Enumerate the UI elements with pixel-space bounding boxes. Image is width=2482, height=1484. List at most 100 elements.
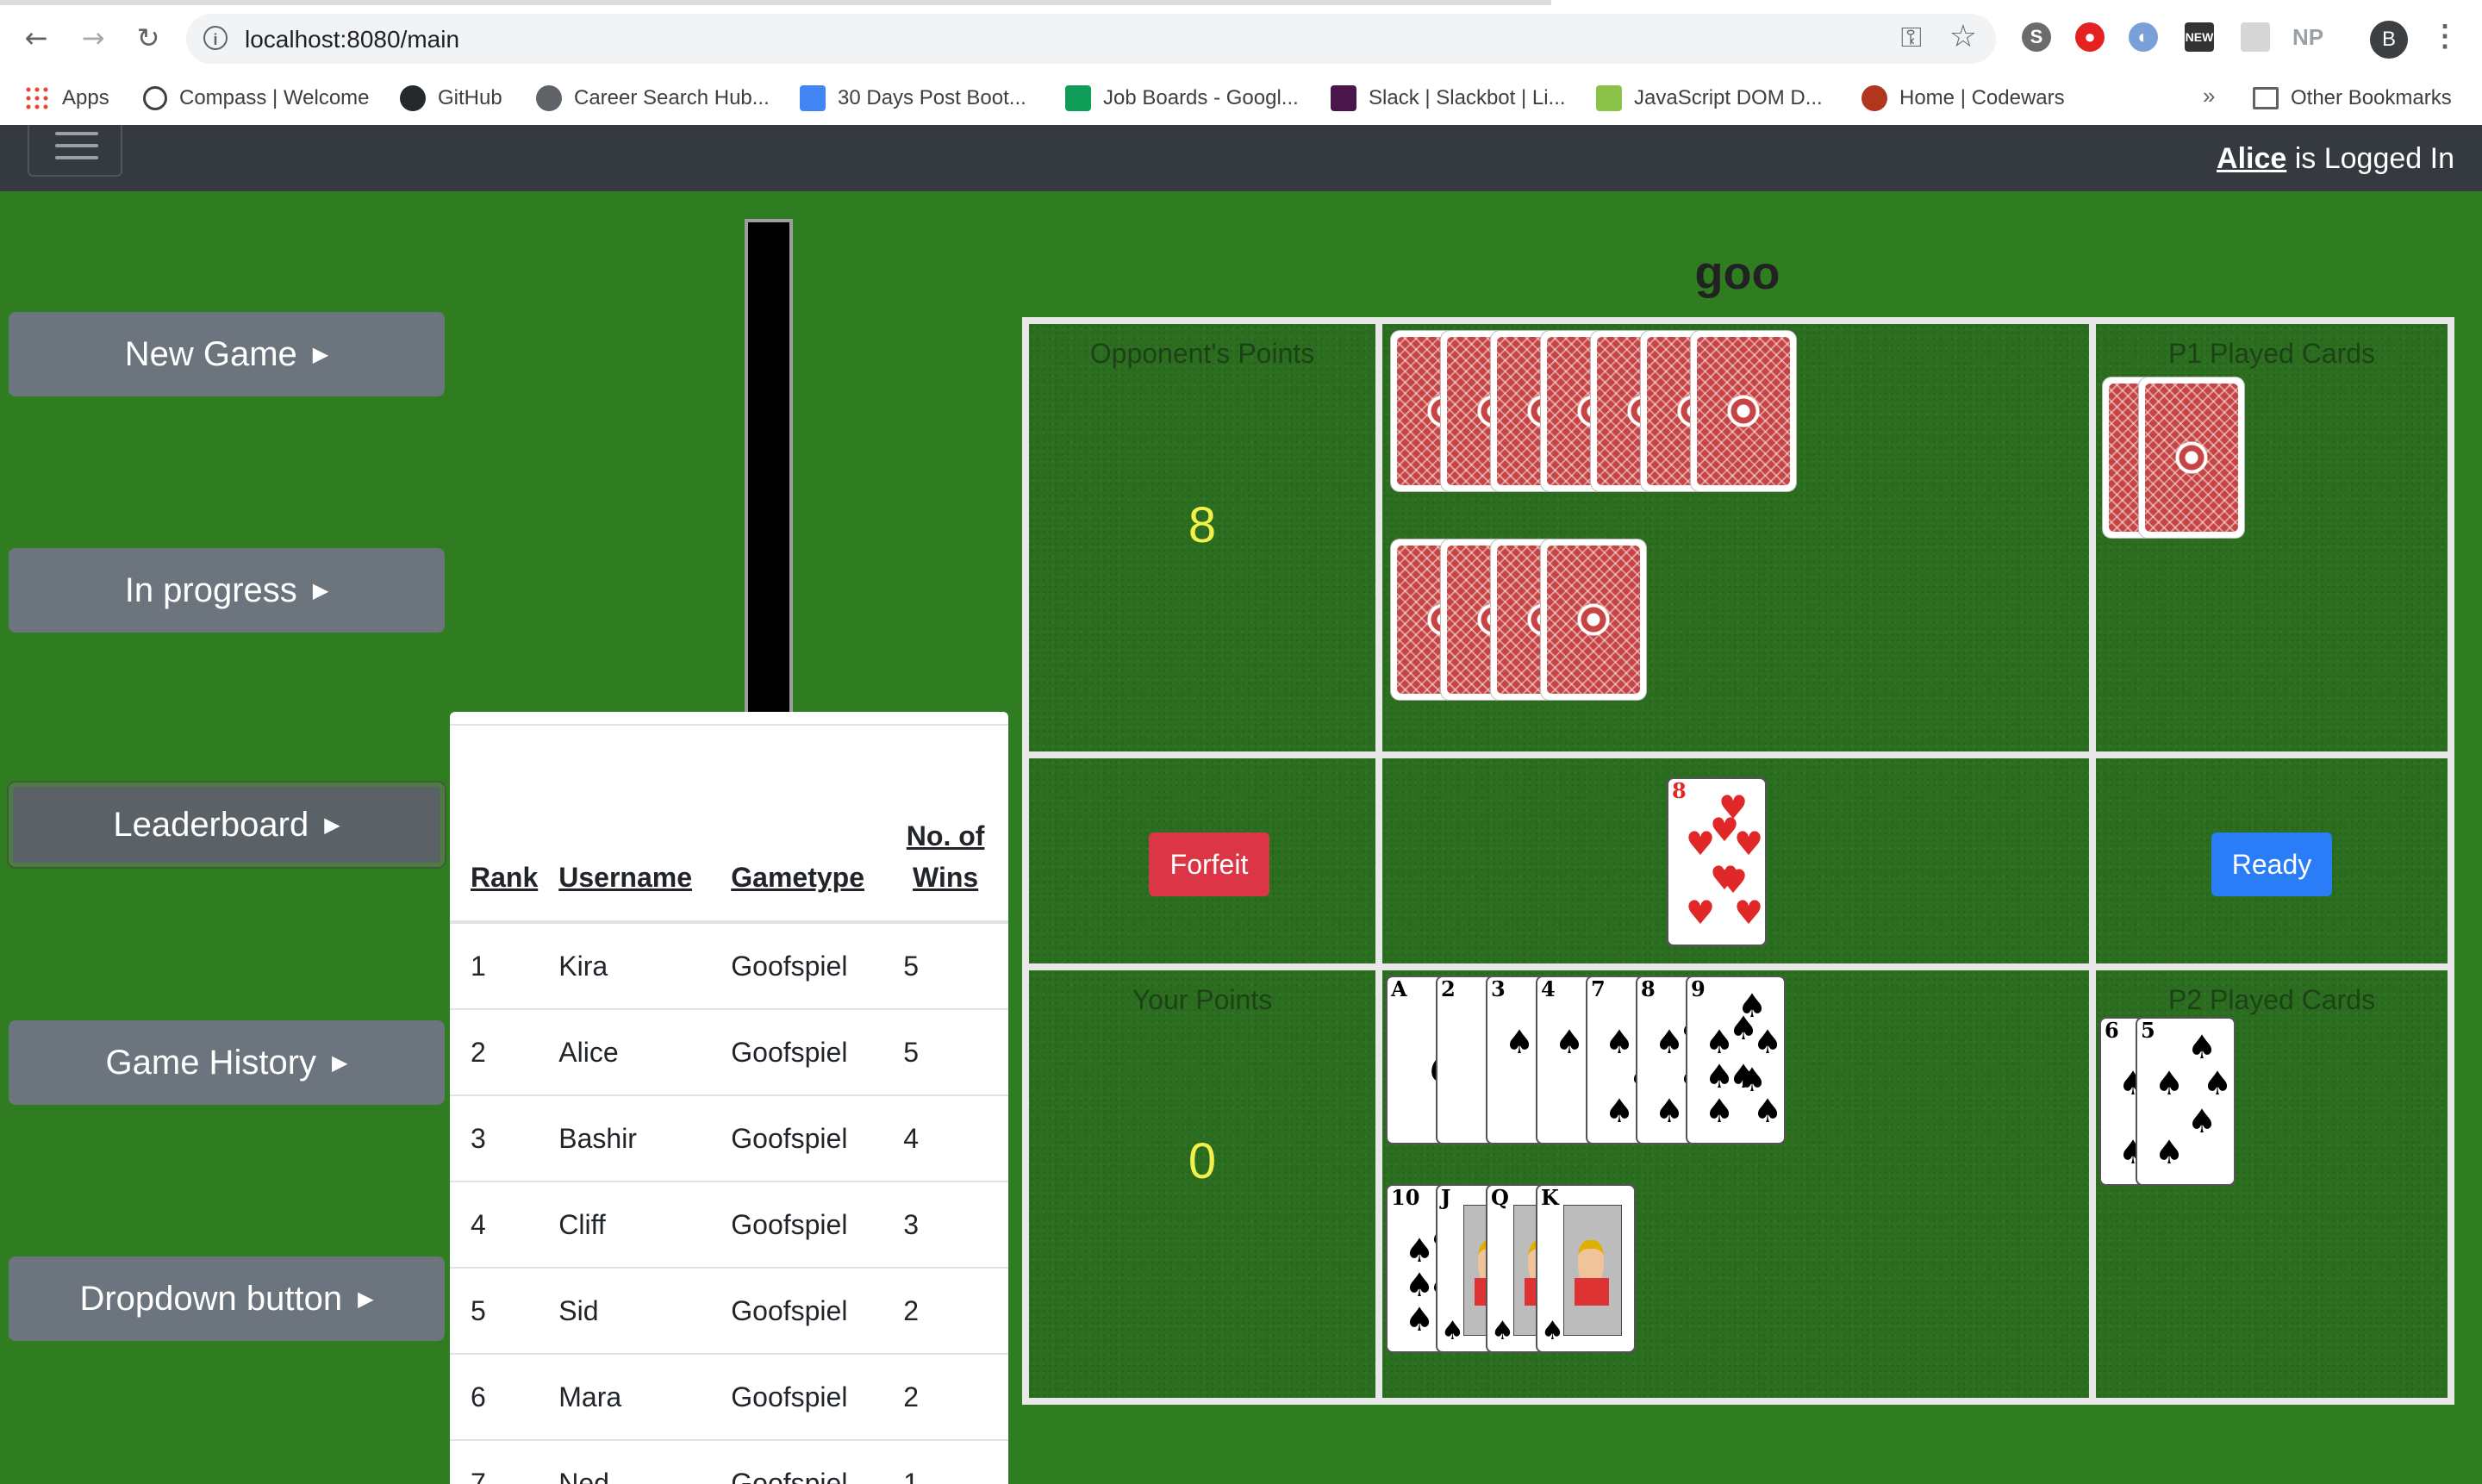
ready-button[interactable]: Ready	[2211, 832, 2332, 896]
logged-in-username[interactable]: Alice	[2217, 142, 2286, 175]
bookmark-label: Home | Codewars	[1899, 86, 2065, 109]
wins-cell: 2	[882, 1268, 1008, 1355]
compass-icon	[143, 86, 167, 110]
wins-cell: 5	[882, 922, 1008, 1010]
suit-pip-icon: ♠	[1491, 1316, 1514, 1346]
news-extension-icon[interactable]: NEW	[2185, 22, 2214, 52]
suit-pip-icon: ♠	[2187, 1102, 2217, 1140]
username-cell: Kira	[538, 922, 711, 1010]
card-rank: 2	[1441, 976, 1456, 1001]
new-game-label: New Game	[124, 334, 297, 373]
ready-cell: Ready	[2096, 758, 2448, 963]
rank-cell: 6	[450, 1354, 539, 1441]
bookmark-codewars[interactable]: Home | Codewars	[1862, 81, 2065, 115]
new-game-button[interactable]: New Game ▶	[9, 312, 445, 396]
url-text[interactable]: localhost:8080/main	[245, 26, 459, 53]
password-key-icon[interactable]: ⚿	[1901, 21, 1922, 54]
game-history-button[interactable]: Game History ▶	[9, 1020, 445, 1105]
table-row: 2 Alice Goofspiel 5	[450, 1009, 1008, 1096]
username-cell: Cliff	[538, 1182, 711, 1269]
vpn-extension-icon[interactable]: ◐	[2129, 22, 2158, 52]
gametype-cell: Goofspiel	[710, 922, 883, 1010]
bookmark-label: GitHub	[438, 86, 502, 109]
playing-card: 5 ♠ ♠ ♠ ♠ ♠	[2136, 1017, 2236, 1186]
bookmark-career-search[interactable]: Career Search Hub...	[536, 81, 770, 115]
bookmark-star-icon[interactable]: ☆	[1949, 19, 1977, 54]
username-cell: Bashir	[538, 1095, 711, 1182]
bookmark-label: Job Boards - Googl...	[1103, 86, 1299, 109]
card-rank: 4	[1541, 976, 1556, 1001]
bookmark-js-dom[interactable]: JavaScript DOM D...	[1596, 81, 1823, 115]
suit-pip-icon: ♠	[2155, 1133, 2185, 1171]
skype-extension-icon[interactable]: S	[2022, 22, 2051, 52]
opponent-points-value: 8	[1188, 497, 1217, 553]
reload-icon[interactable]: ↻	[129, 19, 167, 57]
playing-card[interactable]: 9 ♠ ♠ ♠ ♠ ♠ ♠ ♠ ♠ ♠	[1686, 976, 1786, 1144]
username-cell: Sid	[538, 1268, 711, 1355]
p2-played-cell: P2 Played Cards 6♠♠♠♠♠♠5♠♠♠♠♠	[2096, 970, 2448, 1398]
np-extension-icon[interactable]: NP	[2292, 22, 2323, 52]
suit-pip-icon: ♠	[1705, 1092, 1735, 1130]
bookmark-compass[interactable]: Compass | Welcome	[143, 81, 370, 115]
suit-pip-icon: ♠	[1441, 1316, 1464, 1346]
in-progress-button[interactable]: In progress ▶	[9, 548, 445, 633]
wins-header[interactable]: No. of Wins	[882, 724, 1008, 924]
table-row: 5 Sid Goofspiel 2	[450, 1268, 1008, 1355]
back-icon[interactable]: ←	[17, 19, 55, 57]
rank-cell: 1	[450, 922, 539, 1010]
card-rank: Q	[1491, 1185, 1509, 1210]
browser-menu-icon[interactable]: ⋮	[2430, 19, 2460, 53]
gametype-cell: Goofspiel	[710, 1354, 883, 1441]
card-rank: 5	[2141, 1018, 2155, 1043]
card-rank: 9	[1691, 976, 1706, 1001]
card-rank: 8	[1672, 778, 1687, 803]
bookmark-github[interactable]: GitHub	[400, 81, 502, 115]
bookmark-30-days[interactable]: 30 Days Post Boot...	[800, 81, 1026, 115]
hamburger-line	[55, 144, 98, 147]
table-row: 4 Cliff Goofspiel 3	[450, 1182, 1008, 1269]
leaderboard-button[interactable]: Leaderboard ▶	[9, 783, 445, 867]
suit-pip-icon: ♠	[1605, 1023, 1635, 1061]
gametype-cell: Goofspiel	[710, 1009, 883, 1096]
rank-header[interactable]: Rank	[450, 724, 539, 924]
scroll-divider	[745, 219, 793, 719]
dropdown-button[interactable]: Dropdown button ▶	[9, 1256, 445, 1341]
bookmark-label: Apps	[62, 86, 109, 109]
grid-extension-icon[interactable]	[2241, 22, 2270, 52]
forward-icon[interactable]: →	[74, 19, 112, 57]
profile-avatar[interactable]: B	[2370, 21, 2408, 59]
forfeit-button[interactable]: Forfeit	[1149, 832, 1269, 896]
folder-icon	[2253, 87, 2279, 109]
bookmark-apps[interactable]: Apps	[24, 81, 109, 115]
opponent-points-label: Opponent's Points	[1089, 338, 1315, 369]
opponent-points-cell: Opponent's Points 8	[1029, 324, 1375, 751]
username-cell: Ned	[538, 1440, 711, 1484]
username-cell: Mara	[538, 1354, 711, 1441]
playing-card[interactable]: K ♠	[1536, 1184, 1636, 1353]
bookmark-label: Career Search Hub...	[574, 86, 770, 109]
adblock-extension-icon[interactable]: ●	[2075, 22, 2105, 52]
site-info-icon[interactable]: i	[203, 26, 228, 50]
game-history-label: Game History	[105, 1043, 317, 1082]
other-bookmarks[interactable]: Other Bookmarks	[2253, 81, 2452, 115]
dropdown-label: Dropdown button	[79, 1279, 343, 1318]
bookmark-slack[interactable]: Slack | Slackbot | Li...	[1331, 81, 1566, 115]
username-header[interactable]: Username	[538, 724, 711, 924]
gametype-header[interactable]: Gametype	[710, 724, 883, 924]
more-bookmarks-icon[interactable]: »	[2203, 83, 2215, 109]
caret-right-icon: ▶	[332, 1051, 348, 1075]
game-title: goo	[1694, 247, 1780, 299]
court-body	[1575, 1278, 1609, 1306]
gametype-cell: Goofspiel	[710, 1182, 883, 1269]
hamburger-menu-icon[interactable]	[28, 125, 122, 177]
caret-right-icon: ▶	[312, 578, 329, 602]
bookmark-job-boards[interactable]: Job Boards - Googl...	[1065, 81, 1299, 115]
address-bar[interactable]: i localhost:8080/main ⚿ ☆	[186, 14, 1996, 64]
suit-pip-icon: ♥	[1710, 859, 1740, 897]
suit-pip-icon: ♠	[1541, 1316, 1564, 1346]
suit-pip-icon: ♠	[1405, 1266, 1435, 1304]
table-row: 1 Kira Goofspiel 5	[450, 922, 1008, 1010]
card-back	[1691, 331, 1796, 491]
suit-pip-icon: ♥	[1734, 894, 1764, 932]
rank-cell: 7	[450, 1440, 539, 1484]
